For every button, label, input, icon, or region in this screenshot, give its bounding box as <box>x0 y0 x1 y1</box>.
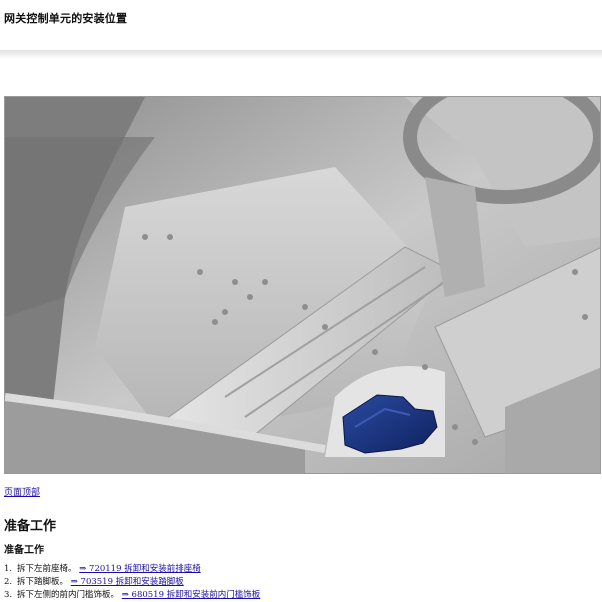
step-number: 1. <box>4 564 13 574</box>
step-text: 拆下左侧的前内门槛饰板。 <box>17 590 120 600</box>
step-item: 2. 拆下踏脚板。 ⇒ 703519 拆卸和安装踏脚板 <box>4 576 260 589</box>
step-link[interactable]: ⇒ 680519 拆卸和安装前内门槛饰板 <box>122 590 260 600</box>
installation-location-illustration <box>4 96 601 474</box>
step-link[interactable]: ⇒ 720119 拆卸和安装前排座椅 <box>79 564 200 574</box>
step-item: 3. 拆下左侧的前内门槛饰板。 ⇒ 680519 拆卸和安装前内门槛饰板 <box>4 589 260 602</box>
step-item: 1. 拆下左前座椅。 ⇒ 720119 拆卸和安装前排座椅 <box>4 563 260 576</box>
page-header: 网关控制单元的安装位置 <box>0 0 602 50</box>
step-text: 拆下左前座椅。 <box>17 564 77 574</box>
step-text: 拆下踏脚板。 <box>17 577 69 587</box>
header-divider <box>0 50 602 59</box>
step-number: 2. <box>4 577 13 587</box>
step-number: 3. <box>4 590 13 600</box>
section-subtitle: 准备工作 <box>4 545 44 556</box>
page-top-link[interactable]: 页面顶部 <box>4 485 40 498</box>
page-title: 网关控制单元的安装位置 <box>4 12 128 25</box>
section-title: 准备工作 <box>4 519 57 534</box>
step-link[interactable]: ⇒ 703519 拆卸和安装踏脚板 <box>71 577 184 587</box>
preparation-steps: 1. 拆下左前座椅。 ⇒ 720119 拆卸和安装前排座椅 2. 拆下踏脚板。 ⇒ … <box>4 563 260 602</box>
